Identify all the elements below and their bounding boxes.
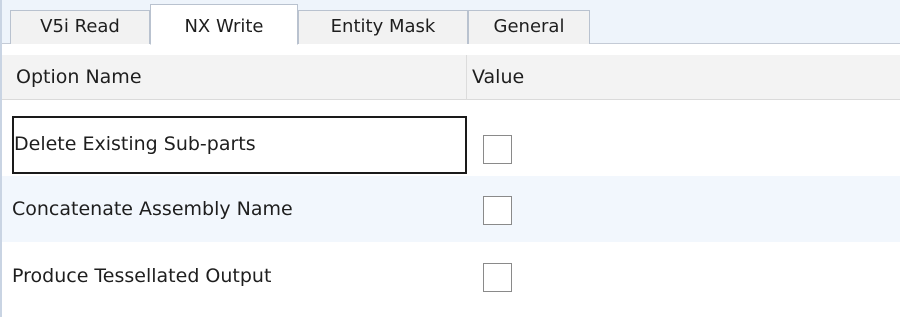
option-name-cell[interactable]: Delete Existing Sub-parts: [12, 116, 467, 174]
grid-row-delete-existing-sub-parts[interactable]: Delete Existing Sub-parts: [2, 109, 900, 175]
grid-row-concatenate-assembly-name[interactable]: Concatenate Assembly Name: [2, 176, 900, 242]
concatenate-assembly-name-checkbox[interactable]: [483, 196, 512, 225]
tab-v5i-read[interactable]: V5i Read: [10, 10, 150, 44]
produce-tessellated-output-checkbox[interactable]: [483, 263, 512, 292]
delete-existing-sub-parts-checkbox[interactable]: [483, 135, 512, 164]
option-name-cell[interactable]: Produce Tessellated Output: [12, 243, 467, 309]
tab-general[interactable]: General: [468, 10, 590, 44]
column-divider[interactable]: [466, 55, 467, 100]
option-name-cell[interactable]: Concatenate Assembly Name: [12, 176, 467, 242]
grid-row-produce-tessellated-output[interactable]: Produce Tessellated Output: [2, 243, 900, 309]
options-panel: V5i Read NX Write Entity Mask General Op…: [0, 0, 900, 317]
grid-header: Option Name Value: [2, 55, 900, 100]
tab-strip: V5i Read NX Write Entity Mask General: [2, 0, 900, 45]
tab-nx-write[interactable]: NX Write: [150, 4, 298, 45]
column-header-option-name[interactable]: Option Name: [16, 55, 462, 100]
column-header-value[interactable]: Value: [472, 55, 900, 100]
tab-entity-mask[interactable]: Entity Mask: [298, 10, 468, 44]
